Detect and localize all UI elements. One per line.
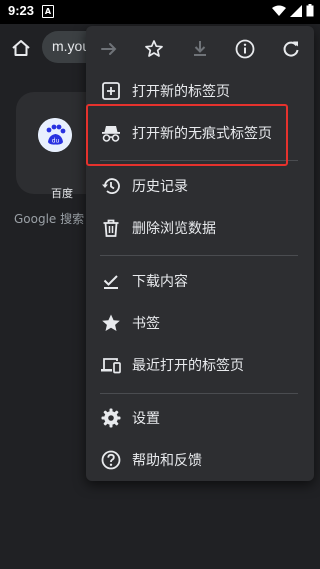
- menu-item-bookmarks[interactable]: 书签: [86, 302, 314, 344]
- menu-item-label: 最近打开的标签页: [132, 358, 244, 374]
- help-icon: [101, 450, 121, 470]
- wifi-icon: [272, 5, 286, 16]
- menu-divider: [100, 255, 298, 256]
- home-icon[interactable]: [10, 37, 32, 59]
- download-done-icon: [103, 275, 118, 289]
- download-icon[interactable]: [189, 38, 211, 60]
- trash-icon: [103, 219, 119, 237]
- notification-icon: A: [42, 5, 54, 18]
- menu-item-history[interactable]: 历史记录: [86, 165, 314, 207]
- baidu-logo-icon: du: [38, 118, 72, 152]
- menu-item-label: 帮助和反馈: [132, 453, 202, 469]
- menu-action-row: [86, 26, 314, 72]
- search-hint: Google 搜索: [14, 212, 85, 226]
- plus-box-icon: [102, 82, 120, 100]
- menu-item-settings[interactable]: 设置: [86, 397, 314, 439]
- battery-icon: [306, 4, 314, 17]
- info-icon[interactable]: [234, 38, 256, 60]
- address-text: m.you: [52, 38, 91, 54]
- menu-item-clear-data[interactable]: 删除浏览数据: [86, 207, 314, 249]
- highlight-box: [86, 104, 288, 166]
- menu-item-label: 打开新的标签页: [132, 84, 230, 100]
- menu-item-label: 历史记录: [132, 179, 188, 195]
- menu-item-label: 删除浏览数据: [132, 221, 216, 237]
- shortcut-label: 百度: [51, 187, 73, 200]
- history-icon: [102, 178, 120, 194]
- star-icon: [102, 314, 120, 331]
- status-bar: 9:23 A: [0, 0, 320, 24]
- svg-text:du: du: [52, 138, 60, 145]
- menu-item-downloads[interactable]: 下载内容: [86, 260, 314, 302]
- status-time: 9:23: [8, 3, 35, 18]
- forward-arrow-icon[interactable]: [98, 38, 120, 60]
- gear-icon: [101, 408, 121, 428]
- menu-item-recent-tabs[interactable]: 最近打开的标签页: [86, 344, 314, 386]
- overflow-menu: 打开新的标签页 打开新的无痕式标签页 历史记录 删除浏览数据 下载内容 书签 最…: [86, 26, 314, 481]
- menu-item-label: 下载内容: [132, 274, 188, 290]
- menu-item-help[interactable]: 帮助和反馈: [86, 439, 314, 481]
- signal-icon: [290, 4, 302, 17]
- refresh-icon[interactable]: [280, 38, 302, 60]
- menu-item-label: 设置: [132, 411, 160, 427]
- devices-icon: [101, 358, 121, 374]
- menu-divider: [100, 393, 298, 394]
- menu-item-label: 书签: [132, 316, 160, 332]
- star-outline-icon[interactable]: [143, 38, 165, 60]
